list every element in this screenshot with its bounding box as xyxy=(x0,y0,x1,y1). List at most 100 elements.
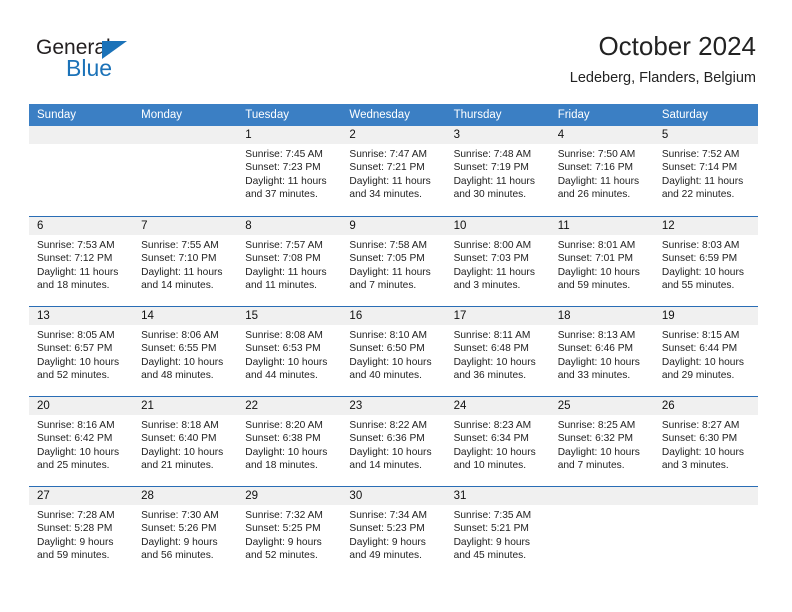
sunrise-text: Sunrise: 8:01 AM xyxy=(557,240,636,251)
sunrise-text: Sunrise: 8:06 AM xyxy=(141,330,219,341)
sunrise-text: Sunrise: 7:28 AM xyxy=(37,510,115,521)
day-details: Sunrise: 8:06 AM Sunset: 6:55 PM Dayligh… xyxy=(133,325,237,382)
sunset-text: Sunset: 5:26 PM xyxy=(141,523,217,535)
day-number: 10 xyxy=(445,217,550,235)
day-number: 20 xyxy=(29,397,134,415)
weekday-header-saturday: Saturday xyxy=(661,109,708,121)
day-details: Sunrise: 8:05 AM Sunset: 6:57 PM Dayligh… xyxy=(29,325,133,382)
daylight-text: Daylight: 10 hours and 14 minutes. xyxy=(349,446,432,471)
day-details: Sunrise: 8:00 AM Sunset: 7:03 PM Dayligh… xyxy=(446,235,550,292)
sunrise-text: Sunrise: 8:11 AM xyxy=(453,330,531,341)
calendar-day-cell: 26 Sunrise: 8:27 AM Sunset: 6:30 PM Dayl… xyxy=(653,397,758,486)
calendar-day-cell: 27 Sunrise: 7:28 AM Sunset: 5:28 PM Dayl… xyxy=(29,487,134,576)
day-details: Sunrise: 7:32 AM Sunset: 5:25 PM Dayligh… xyxy=(237,505,341,562)
calendar-day-cell: 8 Sunrise: 7:57 AM Sunset: 7:08 PM Dayli… xyxy=(237,217,342,306)
day-details: Sunrise: 8:10 AM Sunset: 6:50 PM Dayligh… xyxy=(341,325,445,382)
day-number: 23 xyxy=(341,397,446,415)
calendar-day-cell: 20 Sunrise: 8:16 AM Sunset: 6:42 PM Dayl… xyxy=(29,397,134,486)
day-number: 22 xyxy=(237,397,342,415)
day-number: 7 xyxy=(133,217,238,235)
day-details: Sunrise: 7:57 AM Sunset: 7:08 PM Dayligh… xyxy=(237,235,341,292)
calendar-day-cell: 1 Sunrise: 7:45 AM Sunset: 7:23 PM Dayli… xyxy=(237,126,342,216)
weekday-header-sunday: Sunday xyxy=(37,109,77,121)
sunset-text: Sunset: 6:57 PM xyxy=(37,343,113,355)
sunset-text: Sunset: 7:10 PM xyxy=(141,253,217,265)
daylight-text: Daylight: 10 hours and 25 minutes. xyxy=(37,446,120,471)
day-details: Sunrise: 7:47 AM Sunset: 7:21 PM Dayligh… xyxy=(341,144,445,201)
daylight-text: Daylight: 11 hours and 18 minutes. xyxy=(37,266,119,291)
sunset-text: Sunset: 7:19 PM xyxy=(453,162,529,174)
day-number: 2 xyxy=(341,126,446,144)
sunset-text: Sunset: 6:48 PM xyxy=(453,343,529,355)
sunrise-text: Sunrise: 7:32 AM xyxy=(245,510,323,521)
daylight-text: Daylight: 9 hours and 45 minutes. xyxy=(453,536,531,561)
daylight-text: Daylight: 9 hours and 56 minutes. xyxy=(141,536,218,561)
sunrise-text: Sunrise: 8:22 AM xyxy=(349,420,428,431)
general-blue-logo: General Blue xyxy=(36,36,246,88)
daylight-text: Daylight: 10 hours and 36 minutes. xyxy=(453,356,536,381)
sunrise-text: Sunrise: 7:50 AM xyxy=(557,149,636,160)
weekday-header-friday: Friday xyxy=(557,109,590,121)
calendar-day-cell: 13 Sunrise: 8:05 AM Sunset: 6:57 PM Dayl… xyxy=(29,307,134,396)
sunset-text: Sunset: 7:21 PM xyxy=(349,162,425,174)
weekday-header-thursday: Thursday xyxy=(453,109,502,121)
day-details: Sunrise: 7:48 AM Sunset: 7:19 PM Dayligh… xyxy=(446,144,550,201)
calendar-day-cell: 23 Sunrise: 8:22 AM Sunset: 6:36 PM Dayl… xyxy=(341,397,446,486)
day-details: Sunrise: 7:58 AM Sunset: 7:05 PM Dayligh… xyxy=(341,235,445,292)
daylight-text: Daylight: 10 hours and 40 minutes. xyxy=(349,356,432,381)
day-details: Sunrise: 8:03 AM Sunset: 6:59 PM Dayligh… xyxy=(654,235,758,292)
sunrise-text: Sunrise: 7:30 AM xyxy=(141,510,219,521)
sunset-text: Sunset: 7:23 PM xyxy=(245,162,321,174)
weekday-header-wednesday: Wednesday xyxy=(349,109,410,121)
daylight-text: Daylight: 10 hours and 44 minutes. xyxy=(245,356,328,381)
day-details: Sunrise: 7:52 AM Sunset: 7:14 PM Dayligh… xyxy=(654,144,758,201)
day-number: 18 xyxy=(549,307,654,325)
calendar-week-row: 13 Sunrise: 8:05 AM Sunset: 6:57 PM Dayl… xyxy=(29,306,758,396)
daylight-text: Daylight: 10 hours and 29 minutes. xyxy=(661,356,744,381)
calendar-day-cell: 12 Sunrise: 8:03 AM Sunset: 6:59 PM Dayl… xyxy=(653,217,758,306)
sunset-text: Sunset: 5:25 PM xyxy=(245,523,321,535)
calendar-day-cell: 18 Sunrise: 8:13 AM Sunset: 6:46 PM Dayl… xyxy=(549,307,654,396)
day-details: Sunrise: 8:22 AM Sunset: 6:36 PM Dayligh… xyxy=(341,415,445,472)
calendar-day-cell: 5 Sunrise: 7:52 AM Sunset: 7:14 PM Dayli… xyxy=(653,126,758,216)
day-number: 3 xyxy=(445,126,550,144)
sunset-text: Sunset: 7:03 PM xyxy=(453,253,529,265)
calendar-day-cell: 15 Sunrise: 8:08 AM Sunset: 6:53 PM Dayl… xyxy=(237,307,342,396)
daylight-text: Daylight: 11 hours and 11 minutes. xyxy=(245,266,327,291)
day-number xyxy=(653,487,758,505)
day-number xyxy=(549,487,654,505)
daylight-text: Daylight: 11 hours and 3 minutes. xyxy=(453,266,535,291)
calendar-day-cell: 10 Sunrise: 8:00 AM Sunset: 7:03 PM Dayl… xyxy=(445,217,550,306)
sunrise-text: Sunrise: 8:13 AM xyxy=(557,330,636,341)
daylight-text: Daylight: 10 hours and 48 minutes. xyxy=(141,356,224,381)
daylight-text: Daylight: 10 hours and 10 minutes. xyxy=(453,446,536,471)
day-details: Sunrise: 8:23 AM Sunset: 6:34 PM Dayligh… xyxy=(446,415,550,472)
sunset-text: Sunset: 7:16 PM xyxy=(557,162,634,174)
sunset-text: Sunset: 6:38 PM xyxy=(245,433,321,445)
day-number: 26 xyxy=(653,397,758,415)
weekday-header-monday: Monday xyxy=(141,109,183,121)
day-details: Sunrise: 7:53 AM Sunset: 7:12 PM Dayligh… xyxy=(29,235,133,292)
day-details: Sunrise: 8:16 AM Sunset: 6:42 PM Dayligh… xyxy=(29,415,133,472)
daylight-text: Daylight: 11 hours and 26 minutes. xyxy=(557,175,640,200)
calendar-day-cell: 29 Sunrise: 7:32 AM Sunset: 5:25 PM Dayl… xyxy=(237,487,342,576)
sunrise-text: Sunrise: 8:16 AM xyxy=(37,420,115,431)
daylight-text: Daylight: 9 hours and 49 minutes. xyxy=(349,536,426,561)
day-details: Sunrise: 8:15 AM Sunset: 6:44 PM Dayligh… xyxy=(654,325,758,382)
calendar-day-cell: 31 Sunrise: 7:35 AM Sunset: 5:21 PM Dayl… xyxy=(445,487,550,576)
sunset-text: Sunset: 5:21 PM xyxy=(453,523,529,535)
daylight-text: Daylight: 10 hours and 59 minutes. xyxy=(557,266,640,291)
day-number: 13 xyxy=(29,307,134,325)
day-number: 25 xyxy=(549,397,654,415)
day-number: 6 xyxy=(29,217,134,235)
day-details: Sunrise: 7:50 AM Sunset: 7:16 PM Dayligh… xyxy=(550,144,654,201)
calendar-day-cell: 2 Sunrise: 7:47 AM Sunset: 7:21 PM Dayli… xyxy=(341,126,446,216)
sunset-text: Sunset: 6:36 PM xyxy=(349,433,425,445)
day-number: 8 xyxy=(237,217,342,235)
calendar-day-cell: 21 Sunrise: 8:18 AM Sunset: 6:40 PM Dayl… xyxy=(133,397,238,486)
day-number: 16 xyxy=(341,307,446,325)
day-number xyxy=(29,126,134,144)
day-number: 9 xyxy=(341,217,446,235)
calendar-day-cell xyxy=(653,487,758,576)
sunrise-text: Sunrise: 8:05 AM xyxy=(37,330,115,341)
